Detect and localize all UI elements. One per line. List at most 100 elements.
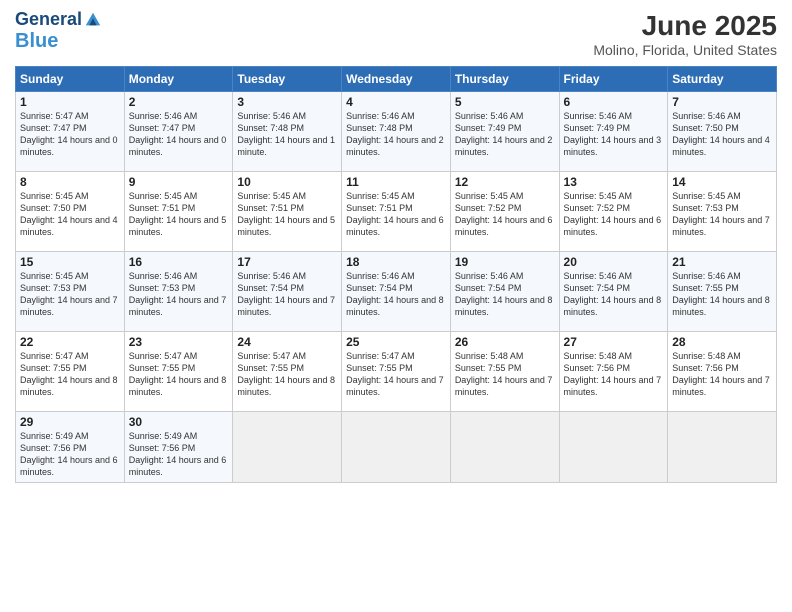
day-number: 8 xyxy=(20,175,120,189)
day-number: 25 xyxy=(346,335,446,349)
cell-content: Sunrise: 5:45 AMSunset: 7:53 PMDaylight:… xyxy=(672,191,770,237)
cell-content: Sunrise: 5:45 AMSunset: 7:51 PMDaylight:… xyxy=(346,191,444,237)
cell-content: Sunrise: 5:46 AMSunset: 7:50 PMDaylight:… xyxy=(672,111,770,157)
cell-content: Sunrise: 5:45 AMSunset: 7:52 PMDaylight:… xyxy=(455,191,553,237)
cell-content: Sunrise: 5:46 AMSunset: 7:49 PMDaylight:… xyxy=(564,111,662,157)
table-row: 28 Sunrise: 5:48 AMSunset: 7:56 PMDaylig… xyxy=(668,332,777,412)
day-number: 16 xyxy=(129,255,229,269)
cell-content: Sunrise: 5:49 AMSunset: 7:56 PMDaylight:… xyxy=(20,431,118,477)
table-row xyxy=(450,412,559,483)
table-row: 27 Sunrise: 5:48 AMSunset: 7:56 PMDaylig… xyxy=(559,332,668,412)
table-row: 17 Sunrise: 5:46 AMSunset: 7:54 PMDaylig… xyxy=(233,252,342,332)
day-number: 11 xyxy=(346,175,446,189)
page: General Blue June 2025 Molino, Florida, … xyxy=(0,0,792,612)
cell-content: Sunrise: 5:46 AMSunset: 7:54 PMDaylight:… xyxy=(346,271,444,317)
cell-content: Sunrise: 5:46 AMSunset: 7:48 PMDaylight:… xyxy=(237,111,335,157)
cell-content: Sunrise: 5:46 AMSunset: 7:55 PMDaylight:… xyxy=(672,271,770,317)
main-title: June 2025 xyxy=(593,10,777,42)
table-row: 15 Sunrise: 5:45 AMSunset: 7:53 PMDaylig… xyxy=(16,252,125,332)
day-number: 15 xyxy=(20,255,120,269)
cell-content: Sunrise: 5:49 AMSunset: 7:56 PMDaylight:… xyxy=(129,431,227,477)
cell-content: Sunrise: 5:45 AMSunset: 7:52 PMDaylight:… xyxy=(564,191,662,237)
table-row: 4 Sunrise: 5:46 AMSunset: 7:48 PMDayligh… xyxy=(342,92,451,172)
table-row: 9 Sunrise: 5:45 AMSunset: 7:51 PMDayligh… xyxy=(124,172,233,252)
cell-content: Sunrise: 5:47 AMSunset: 7:55 PMDaylight:… xyxy=(346,351,444,397)
table-row xyxy=(342,412,451,483)
day-number: 17 xyxy=(237,255,337,269)
day-number: 20 xyxy=(564,255,664,269)
table-row: 25 Sunrise: 5:47 AMSunset: 7:55 PMDaylig… xyxy=(342,332,451,412)
table-row xyxy=(559,412,668,483)
cell-content: Sunrise: 5:46 AMSunset: 7:49 PMDaylight:… xyxy=(455,111,553,157)
table-row: 30 Sunrise: 5:49 AMSunset: 7:56 PMDaylig… xyxy=(124,412,233,483)
table-row: 29 Sunrise: 5:49 AMSunset: 7:56 PMDaylig… xyxy=(16,412,125,483)
table-row: 24 Sunrise: 5:47 AMSunset: 7:55 PMDaylig… xyxy=(233,332,342,412)
table-row: 21 Sunrise: 5:46 AMSunset: 7:55 PMDaylig… xyxy=(668,252,777,332)
logo-text-blue: Blue xyxy=(15,30,58,52)
day-number: 5 xyxy=(455,95,555,109)
day-number: 28 xyxy=(672,335,772,349)
table-row: 5 Sunrise: 5:46 AMSunset: 7:49 PMDayligh… xyxy=(450,92,559,172)
col-saturday: Saturday xyxy=(668,67,777,92)
table-row: 18 Sunrise: 5:46 AMSunset: 7:54 PMDaylig… xyxy=(342,252,451,332)
cell-content: Sunrise: 5:46 AMSunset: 7:48 PMDaylight:… xyxy=(346,111,444,157)
day-number: 9 xyxy=(129,175,229,189)
table-row: 1 Sunrise: 5:47 AMSunset: 7:47 PMDayligh… xyxy=(16,92,125,172)
cell-content: Sunrise: 5:47 AMSunset: 7:47 PMDaylight:… xyxy=(20,111,118,157)
table-row: 13 Sunrise: 5:45 AMSunset: 7:52 PMDaylig… xyxy=(559,172,668,252)
cell-content: Sunrise: 5:48 AMSunset: 7:55 PMDaylight:… xyxy=(455,351,553,397)
logo-text-general: General xyxy=(15,10,82,30)
day-number: 14 xyxy=(672,175,772,189)
table-row: 22 Sunrise: 5:47 AMSunset: 7:55 PMDaylig… xyxy=(16,332,125,412)
cell-content: Sunrise: 5:48 AMSunset: 7:56 PMDaylight:… xyxy=(564,351,662,397)
table-row: 23 Sunrise: 5:47 AMSunset: 7:55 PMDaylig… xyxy=(124,332,233,412)
title-area: June 2025 Molino, Florida, United States xyxy=(593,10,777,58)
cell-content: Sunrise: 5:47 AMSunset: 7:55 PMDaylight:… xyxy=(237,351,335,397)
calendar-table: Sunday Monday Tuesday Wednesday Thursday… xyxy=(15,66,777,483)
table-row: 8 Sunrise: 5:45 AMSunset: 7:50 PMDayligh… xyxy=(16,172,125,252)
cell-content: Sunrise: 5:47 AMSunset: 7:55 PMDaylight:… xyxy=(129,351,227,397)
day-number: 29 xyxy=(20,415,120,429)
day-number: 21 xyxy=(672,255,772,269)
day-number: 13 xyxy=(564,175,664,189)
day-number: 7 xyxy=(672,95,772,109)
col-friday: Friday xyxy=(559,67,668,92)
day-number: 3 xyxy=(237,95,337,109)
calendar-header-row: Sunday Monday Tuesday Wednesday Thursday… xyxy=(16,67,777,92)
table-row: 10 Sunrise: 5:45 AMSunset: 7:51 PMDaylig… xyxy=(233,172,342,252)
cell-content: Sunrise: 5:46 AMSunset: 7:53 PMDaylight:… xyxy=(129,271,227,317)
table-row: 14 Sunrise: 5:45 AMSunset: 7:53 PMDaylig… xyxy=(668,172,777,252)
table-row: 12 Sunrise: 5:45 AMSunset: 7:52 PMDaylig… xyxy=(450,172,559,252)
table-row: 26 Sunrise: 5:48 AMSunset: 7:55 PMDaylig… xyxy=(450,332,559,412)
logo-icon xyxy=(84,11,102,29)
day-number: 19 xyxy=(455,255,555,269)
table-row xyxy=(668,412,777,483)
cell-content: Sunrise: 5:46 AMSunset: 7:54 PMDaylight:… xyxy=(237,271,335,317)
cell-content: Sunrise: 5:46 AMSunset: 7:54 PMDaylight:… xyxy=(564,271,662,317)
table-row: 2 Sunrise: 5:46 AMSunset: 7:47 PMDayligh… xyxy=(124,92,233,172)
cell-content: Sunrise: 5:45 AMSunset: 7:51 PMDaylight:… xyxy=(237,191,335,237)
day-number: 4 xyxy=(346,95,446,109)
col-monday: Monday xyxy=(124,67,233,92)
col-sunday: Sunday xyxy=(16,67,125,92)
table-row: 3 Sunrise: 5:46 AMSunset: 7:48 PMDayligh… xyxy=(233,92,342,172)
day-number: 24 xyxy=(237,335,337,349)
col-tuesday: Tuesday xyxy=(233,67,342,92)
cell-content: Sunrise: 5:46 AMSunset: 7:54 PMDaylight:… xyxy=(455,271,553,317)
table-row: 20 Sunrise: 5:46 AMSunset: 7:54 PMDaylig… xyxy=(559,252,668,332)
day-number: 30 xyxy=(129,415,229,429)
col-thursday: Thursday xyxy=(450,67,559,92)
logo: General Blue xyxy=(15,10,102,52)
header: General Blue June 2025 Molino, Florida, … xyxy=(15,10,777,58)
table-row: 7 Sunrise: 5:46 AMSunset: 7:50 PMDayligh… xyxy=(668,92,777,172)
day-number: 27 xyxy=(564,335,664,349)
cell-content: Sunrise: 5:45 AMSunset: 7:50 PMDaylight:… xyxy=(20,191,118,237)
day-number: 2 xyxy=(129,95,229,109)
day-number: 10 xyxy=(237,175,337,189)
cell-content: Sunrise: 5:45 AMSunset: 7:51 PMDaylight:… xyxy=(129,191,227,237)
day-number: 12 xyxy=(455,175,555,189)
col-wednesday: Wednesday xyxy=(342,67,451,92)
day-number: 26 xyxy=(455,335,555,349)
cell-content: Sunrise: 5:47 AMSunset: 7:55 PMDaylight:… xyxy=(20,351,118,397)
table-row: 19 Sunrise: 5:46 AMSunset: 7:54 PMDaylig… xyxy=(450,252,559,332)
